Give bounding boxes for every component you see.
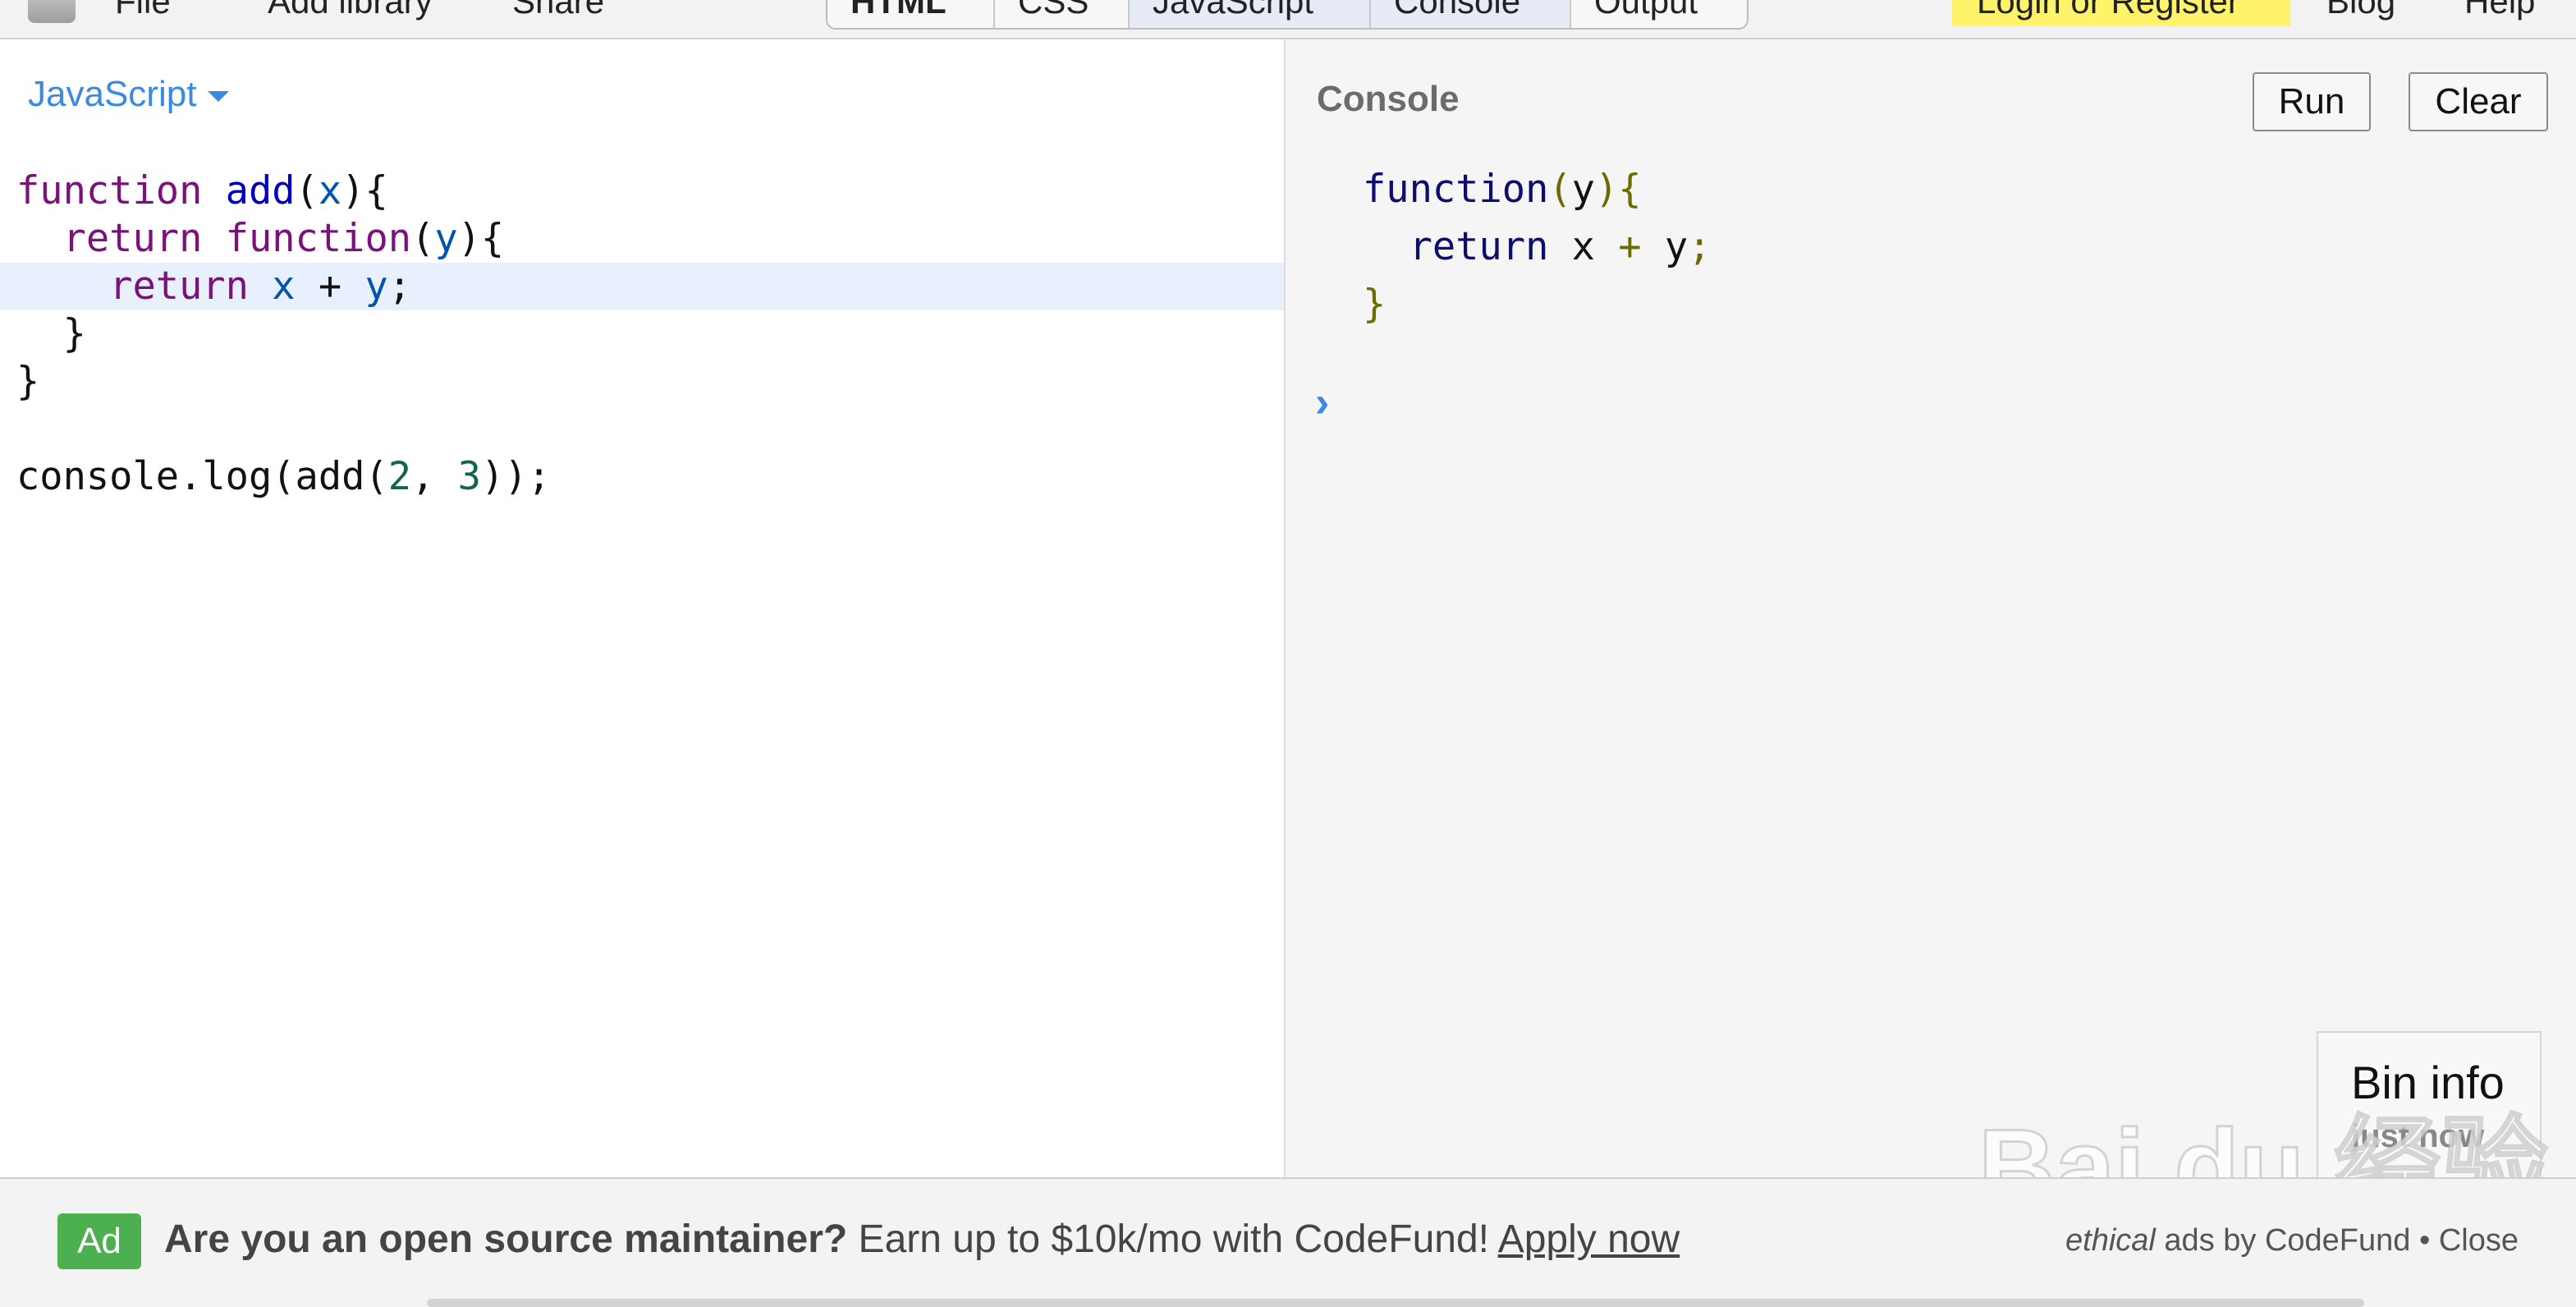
ad-provider-link[interactable]: ads by CodeFund xyxy=(2164,1223,2410,1258)
caret-down-icon xyxy=(208,90,230,102)
ad-close-link[interactable]: Close xyxy=(2439,1223,2519,1258)
panel-tabs: HTML CSS JavaScript Console Output xyxy=(826,0,1749,30)
ad-badge: Ad xyxy=(57,1213,141,1269)
ad-separator: • xyxy=(2418,1223,2431,1258)
top-toolbar: File Add library Share HTML CSS JavaScri… xyxy=(0,0,2576,39)
console-panel[interactable]: Console Run Clear function(y){ return x … xyxy=(1286,39,2576,1177)
blog-link[interactable]: Blog xyxy=(2326,0,2395,21)
ad-body: Earn up to $10k/mo with CodeFund! xyxy=(858,1218,1489,1261)
console-title: Console xyxy=(1317,79,1460,119)
console-output-line: function(y){ xyxy=(1363,167,1642,212)
bin-info-box[interactable]: Bin info just now xyxy=(2317,1031,2542,1177)
tab-output[interactable]: Output xyxy=(1571,0,1747,28)
javascript-editor-panel[interactable]: JavaScript function add(x){ return funct… xyxy=(0,39,1286,1177)
console-output-line: } xyxy=(1363,282,1387,327)
ad-ethical-label: ethical xyxy=(2065,1223,2156,1258)
tab-css[interactable]: CSS xyxy=(995,0,1130,28)
code-line: } xyxy=(16,311,86,356)
share-menu[interactable]: Share xyxy=(512,0,604,21)
language-selector[interactable]: JavaScript xyxy=(28,74,230,115)
login-register-button[interactable]: Login or Register xyxy=(1952,0,2290,26)
run-button[interactable]: Run xyxy=(2253,72,2371,131)
add-library-menu[interactable]: Add library xyxy=(268,0,433,21)
code-line: function add(x){ xyxy=(16,168,388,213)
apply-now-link[interactable]: Apply now xyxy=(1498,1218,1680,1261)
code-line: return function(y){ xyxy=(62,216,505,261)
file-menu[interactable]: File xyxy=(115,0,171,21)
help-link[interactable]: Help xyxy=(2464,0,2535,21)
console-prompt-icon[interactable]: › xyxy=(1315,378,1329,427)
tab-html[interactable]: HTML xyxy=(827,0,995,28)
tab-javascript[interactable]: JavaScript xyxy=(1130,0,1371,28)
code-line-active: return x + y; xyxy=(0,263,1284,310)
bottom-shadow xyxy=(427,1299,2364,1307)
bin-info-title: Bin info xyxy=(2351,1057,2505,1108)
clear-button[interactable]: Clear xyxy=(2409,72,2548,131)
ad-headline: Are you an open source maintainer? xyxy=(164,1218,848,1261)
jsbin-logo-icon[interactable] xyxy=(28,0,76,23)
tab-console[interactable]: Console xyxy=(1371,0,1571,28)
ad-attribution: ethical ads by CodeFund • Close xyxy=(2065,1223,2519,1259)
code-area[interactable]: function add(x){ return function(y){ ret… xyxy=(0,167,1284,501)
code-line: console.log(add(2, 3)); xyxy=(16,454,551,499)
ad-message: Are you an open source maintainer? Earn … xyxy=(164,1217,1680,1262)
console-output-line: return x + y; xyxy=(1409,224,1712,269)
ad-bar: Ad Are you an open source maintainer? Ea… xyxy=(0,1177,2576,1307)
console-output: function(y){ return x + y; } xyxy=(1363,161,1711,333)
code-line: } xyxy=(16,359,40,404)
bin-info-timestamp: just now xyxy=(2351,1118,2485,1154)
